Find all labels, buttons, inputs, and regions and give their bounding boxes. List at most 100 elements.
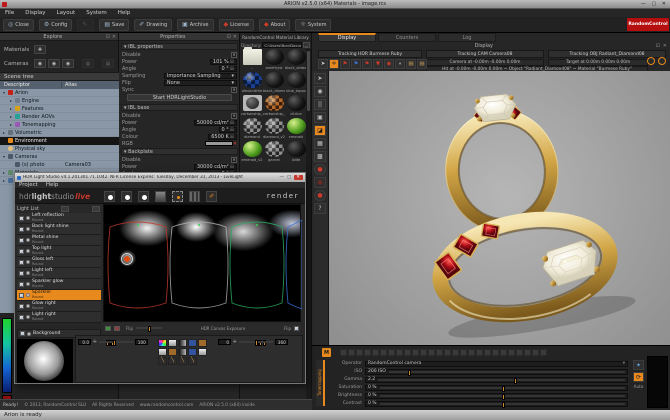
hdr-light-studio-window[interactable]: HDR Light Studio v4.1.201301.71.1042. NF… xyxy=(14,172,306,384)
power-value[interactable]: 101 % xyxy=(213,59,229,65)
tonemapping-mini-button[interactable] xyxy=(452,349,459,356)
camera-button-1[interactable]: ◉ xyxy=(34,59,46,68)
contrast-slider[interactable] xyxy=(379,401,625,408)
material-thumbnail[interactable]: blue_topaz xyxy=(285,72,307,95)
tree-row[interactable]: Environment xyxy=(0,137,119,145)
background-checkbox[interactable]: ✓ xyxy=(20,331,25,337)
canvas-toggle-green-icon[interactable] xyxy=(105,325,111,331)
hdrls-toolbar-button[interactable] xyxy=(138,190,150,202)
tonemapping-mini-button[interactable] xyxy=(444,349,451,356)
slider-track[interactable] xyxy=(98,340,133,346)
light-checkbox[interactable]: ✓ xyxy=(19,314,24,321)
light-list-item[interactable]: ✓ Top light Round xyxy=(17,246,101,257)
hdrls-minimize-button[interactable]: — xyxy=(279,175,285,180)
slider-track[interactable] xyxy=(238,340,273,346)
viewport-tool-button[interactable]: ● xyxy=(314,164,326,175)
tonemapping-mini-button[interactable] xyxy=(484,349,491,356)
tonemapping-mini-button[interactable] xyxy=(420,349,427,356)
material-thumbnail[interactable]: diamond_v2.0 xyxy=(263,118,285,141)
viewport-toolbar-button[interactable]: ▤ xyxy=(406,59,416,69)
angle-value[interactable]: 0 ° xyxy=(222,127,229,133)
tone-refresh-button[interactable]: ⟳ xyxy=(633,372,644,382)
spinner-icon[interactable]: ⊞ xyxy=(230,134,234,140)
canvas-checkbox[interactable]: ✓ xyxy=(294,325,299,332)
hdrls-maximize-button[interactable]: ▢ xyxy=(287,175,292,180)
menu-item[interactable]: Display xyxy=(25,10,45,16)
viewport-toolbar-button[interactable]: ➤ xyxy=(318,59,328,69)
toolbar-button[interactable]: ✎ xyxy=(77,18,95,31)
minimize-button[interactable]: — xyxy=(641,1,648,7)
light-content-mode-button[interactable] xyxy=(168,348,177,356)
material-thumbnail[interactable]: citrine xyxy=(285,95,307,118)
tonemapping-mini-button[interactable] xyxy=(516,349,523,356)
menu-item[interactable]: Project xyxy=(19,182,38,188)
slider-value-box[interactable]: 0.0 xyxy=(78,339,91,345)
material-thumbnail[interactable]: alexandrite xyxy=(241,72,263,95)
tracking-cam-select[interactable]: Tracking CAM Camera08 xyxy=(426,50,544,58)
viewport-tool-button[interactable]: || xyxy=(314,99,326,110)
tonemapping-mini-button[interactable] xyxy=(500,349,507,356)
light-list-item[interactable]: ✓ Light right Round xyxy=(17,312,101,323)
pin-icon[interactable]: ⊡ xyxy=(656,43,660,49)
pin-icon[interactable]: ⊡ xyxy=(227,34,231,40)
sync-checkbox[interactable]: ✕ xyxy=(231,86,237,93)
tonemapping-mini-button[interactable] xyxy=(524,349,531,356)
spinner-icon[interactable]: ⊞ xyxy=(230,66,234,72)
tree-row[interactable]: ▸ Render AOVs xyxy=(0,113,119,121)
viewport-toolbar-button[interactable]: ⚑ xyxy=(340,59,350,69)
tree-row[interactable]: ▾ Cameras xyxy=(0,153,119,161)
slider-handle[interactable] xyxy=(112,340,116,346)
menu-item[interactable]: System xyxy=(86,10,107,16)
colour-value[interactable]: 6500 K xyxy=(211,134,229,140)
close-icon[interactable]: ✕ xyxy=(112,34,116,40)
light-list-item[interactable]: ✓ Sparkler glow Round xyxy=(17,279,101,290)
close-button[interactable]: ✕ xyxy=(662,1,668,7)
camera-button-3[interactable]: ◉ xyxy=(62,59,74,68)
tonemapping-mini-button[interactable] xyxy=(436,349,443,356)
iso-value[interactable]: 200 ISO xyxy=(368,369,386,374)
light-checkbox[interactable]: ✓ xyxy=(19,237,24,244)
add-light-button[interactable] xyxy=(60,206,69,212)
light-list-item[interactable]: ✓ Sparkler Round xyxy=(17,290,101,301)
disable-checkbox[interactable]: ✕ xyxy=(231,156,237,163)
slider-handle[interactable] xyxy=(502,385,506,392)
saturation-value[interactable]: 0 % xyxy=(368,385,377,390)
toolbar-button[interactable]: ▣ Archive xyxy=(177,18,214,31)
material-thumbnail[interactable]: carbonship_f_b xyxy=(241,95,263,118)
light-checkbox[interactable]: ✓ xyxy=(19,281,24,288)
viewport-tool-button[interactable]: ▣ xyxy=(314,112,326,123)
viewport-tool-button[interactable]: ◪ xyxy=(314,125,326,136)
camera-button-2[interactable]: ◉ xyxy=(48,59,60,68)
slider-handle[interactable] xyxy=(255,340,259,346)
record-icon[interactable] xyxy=(647,57,655,65)
viewport-toolbar-button[interactable]: ⚑ xyxy=(362,59,372,69)
tonemapping-mini-button[interactable] xyxy=(348,349,355,356)
brightness-slider[interactable] xyxy=(379,393,625,400)
close-icon[interactable]: ✕ xyxy=(233,34,237,40)
hdr-canvas[interactable] xyxy=(103,204,302,322)
clear-color-icon[interactable]: ✕ xyxy=(233,141,237,147)
hdrls-title-bar[interactable]: HDR Light Studio v4.1.201301.71.1042. NF… xyxy=(15,173,305,182)
light-list-item[interactable]: ✓ Light left Round xyxy=(17,268,101,279)
background-preview-sphere[interactable] xyxy=(17,339,73,383)
light-list-item[interactable]: ✓ Left reflection Round xyxy=(17,213,101,224)
section-backplate[interactable]: ▾ Backplate xyxy=(121,148,238,155)
tonemapping-mini-button[interactable] xyxy=(428,349,435,356)
light-checkbox[interactable]: ✓ xyxy=(19,270,24,277)
light-list-item[interactable]: ✓ Glow right Round xyxy=(17,301,101,312)
toolbar-button[interactable]: ⚙ Config xyxy=(38,18,73,31)
slider-handle[interactable] xyxy=(502,393,506,400)
angle-value[interactable]: 0 ° xyxy=(222,66,229,72)
render-viewport[interactable] xyxy=(329,71,670,345)
tonemapping-tab[interactable]: Tonemapping xyxy=(316,360,325,406)
viewport-tool-button[interactable]: ◉ xyxy=(314,86,326,97)
material-thumbnail[interactable]: black_amber xyxy=(285,49,307,72)
contrast-value[interactable]: 0 % xyxy=(368,401,377,406)
material-thumbnail[interactable]: emerald xyxy=(285,118,307,141)
light-checkbox[interactable]: ✓ xyxy=(19,226,24,233)
auto-label[interactable]: Auto xyxy=(634,384,644,389)
light-content-mode-button[interactable] xyxy=(168,357,177,365)
light-content-mode-button[interactable] xyxy=(178,357,187,365)
toolbar-button[interactable]: ✐ Drawing xyxy=(134,18,173,31)
tonemapping-mini-button[interactable] xyxy=(540,349,547,356)
